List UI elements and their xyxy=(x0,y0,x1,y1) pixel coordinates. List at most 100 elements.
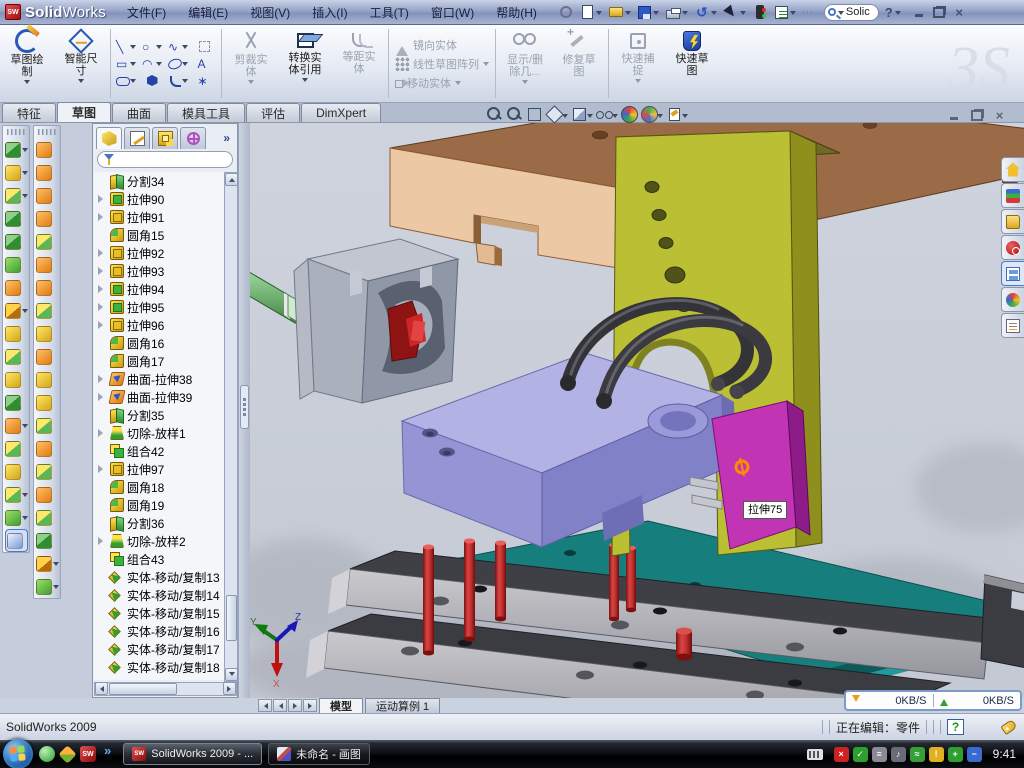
blocked-icon[interactable]: − xyxy=(967,747,982,762)
next-tab-button[interactable] xyxy=(288,699,302,712)
feature-tool-button[interactable] xyxy=(5,253,28,276)
volume-icon[interactable]: ♪ xyxy=(891,747,906,762)
scroll-thumb[interactable] xyxy=(109,683,177,695)
feature-tree-item[interactable]: 拉伸94 xyxy=(96,280,224,298)
feature-tree-item[interactable]: 圆角18 xyxy=(96,478,224,496)
surface-tool-button[interactable] xyxy=(36,414,59,437)
scene-icon[interactable] xyxy=(641,106,663,123)
feature-tree-item[interactable]: 拉伸95 xyxy=(96,298,224,316)
quick-tips-button[interactable]: ? xyxy=(947,719,964,735)
feature-tree-item[interactable]: 实体-移动/复制14 xyxy=(96,586,224,604)
circle-icon[interactable]: ○ xyxy=(139,38,165,55)
prev-tab-button[interactable] xyxy=(273,699,287,712)
ribbon-tab[interactable]: 评估 xyxy=(246,103,300,122)
open-icon[interactable] xyxy=(606,3,633,21)
feature-tool-button[interactable] xyxy=(5,368,28,391)
feature-tree-item[interactable]: 实体-移动/复制13 xyxy=(96,568,224,586)
feature-tree-item[interactable]: 拉伸93 xyxy=(96,262,224,280)
menu-item[interactable]: 帮助(H) xyxy=(485,0,548,24)
surface-tool-button[interactable] xyxy=(36,276,59,299)
display-style-icon[interactable] xyxy=(571,106,593,123)
trim-entities-button[interactable]: 剪裁实 体 xyxy=(224,25,278,102)
start-button[interactable] xyxy=(3,739,33,768)
tree-filter-input[interactable] xyxy=(97,151,233,168)
surface-tool-button[interactable] xyxy=(36,253,59,276)
minimize-button[interactable] xyxy=(911,5,928,20)
surface-tool-button[interactable] xyxy=(36,575,59,598)
splitter-grip[interactable] xyxy=(240,385,249,429)
line-icon[interactable]: ╲ xyxy=(113,38,139,55)
solidworks-icon[interactable]: SW xyxy=(80,746,96,762)
feature-tree-item[interactable]: 拉伸97 xyxy=(96,460,224,478)
surface-tool-button[interactable] xyxy=(36,345,59,368)
tree-horizontal-scrollbar[interactable] xyxy=(94,682,237,696)
feature-tree-item[interactable]: 实体-移动/复制18 xyxy=(96,658,224,676)
feature-tree-item[interactable]: 实体-移动/复制15 xyxy=(96,604,224,622)
feature-tool-button[interactable] xyxy=(5,437,28,460)
tree-vertical-scrollbar[interactable] xyxy=(224,172,238,682)
graphics-viewport[interactable]: X Y Z 拉伸75 xyxy=(250,123,1024,698)
scroll-up-button[interactable] xyxy=(225,173,238,186)
custom-properties-icon[interactable] xyxy=(1001,313,1024,338)
surface-tool-button[interactable] xyxy=(36,207,59,230)
feature-tool-button[interactable] xyxy=(5,529,28,552)
convert-entities-button[interactable]: 转换实 体引用 xyxy=(278,25,332,102)
surface-tool-button[interactable] xyxy=(36,391,59,414)
close-button[interactable]: × xyxy=(951,5,968,20)
document-tab[interactable]: 模型 xyxy=(319,698,363,713)
pin-icon[interactable] xyxy=(556,3,576,21)
feature-tree-item[interactable]: 分割36 xyxy=(96,514,224,532)
menu-item[interactable]: 编辑(E) xyxy=(177,0,239,24)
point-icon[interactable]: ∗ xyxy=(191,72,217,89)
shield-ok-icon[interactable]: ✓ xyxy=(853,747,868,762)
view-orientation-icon[interactable] xyxy=(546,106,568,123)
tab-configuration-manager[interactable] xyxy=(152,127,178,149)
selection-box-icon[interactable] xyxy=(191,38,217,55)
feature-tool-button[interactable] xyxy=(5,207,28,230)
messenger-icon[interactable] xyxy=(39,746,55,762)
restore-button[interactable] xyxy=(931,5,948,20)
tab-property-manager[interactable] xyxy=(124,127,150,149)
slot-icon[interactable] xyxy=(113,72,139,89)
ribbon-tab[interactable]: 模具工具 xyxy=(167,103,245,122)
help-button[interactable]: ? xyxy=(883,5,895,20)
surface-tool-button[interactable] xyxy=(36,230,59,253)
zoom-area-icon[interactable] xyxy=(506,106,523,123)
warning-icon[interactable]: ! xyxy=(929,747,944,762)
menu-item[interactable]: 工具(T) xyxy=(359,0,420,24)
solidworks-search-icon[interactable] xyxy=(1001,235,1024,260)
smart-dimension-button[interactable]: 智能尺 寸 xyxy=(54,25,108,102)
keyboard-layout-icon[interactable] xyxy=(807,749,823,760)
file-explorer-icon[interactable] xyxy=(1001,209,1024,234)
badge-icon[interactable]: ≡ xyxy=(872,747,887,762)
feature-tool-button[interactable] xyxy=(5,276,28,299)
feature-tree-item[interactable]: 拉伸90 xyxy=(96,190,224,208)
taskbar-window-button[interactable]: SW SolidWorks 2009 - ... xyxy=(123,743,262,765)
feature-tree-item[interactable]: 切除-放样2 xyxy=(96,532,224,550)
new-document-icon[interactable] xyxy=(578,3,604,21)
design-library-icon[interactable] xyxy=(1001,183,1024,208)
document-tab[interactable]: 运动算例 1 xyxy=(365,698,440,713)
feature-tree-item[interactable]: 曲面-拉伸38 xyxy=(96,370,224,388)
ribbon-tab[interactable]: 曲面 xyxy=(112,103,166,122)
sketch-fillet-icon[interactable] xyxy=(165,72,191,89)
overflow-icon[interactable]: ⋯ xyxy=(800,3,820,21)
feature-tree-item[interactable]: 实体-移动/复制17 xyxy=(96,640,224,658)
feature-tree-item[interactable]: 组合42 xyxy=(96,442,224,460)
feature-tool-button[interactable] xyxy=(5,391,28,414)
spline-icon[interactable]: ∿ xyxy=(165,38,191,55)
sketch-button[interactable]: 草图绘 制 xyxy=(0,25,54,102)
surface-tool-button[interactable] xyxy=(36,506,59,529)
surface-tool-button[interactable] xyxy=(36,138,59,161)
linear-sketch-pattern-button[interactable]: 线性草图阵列 xyxy=(395,56,489,72)
expand-arrow-icon[interactable] xyxy=(98,249,107,257)
scroll-right-button[interactable] xyxy=(223,682,236,695)
tab-feature-manager[interactable] xyxy=(96,127,122,149)
feature-tree-item[interactable]: 圆角17 xyxy=(96,352,224,370)
expand-arrow-icon[interactable] xyxy=(98,429,107,437)
feature-tool-button[interactable] xyxy=(5,345,28,368)
repair-sketch-button[interactable]: 修复草 图 xyxy=(552,25,606,102)
feature-tree-item[interactable]: 组合43 xyxy=(96,550,224,568)
network-icon[interactable]: ≈ xyxy=(910,747,925,762)
surface-tool-button[interactable] xyxy=(36,161,59,184)
